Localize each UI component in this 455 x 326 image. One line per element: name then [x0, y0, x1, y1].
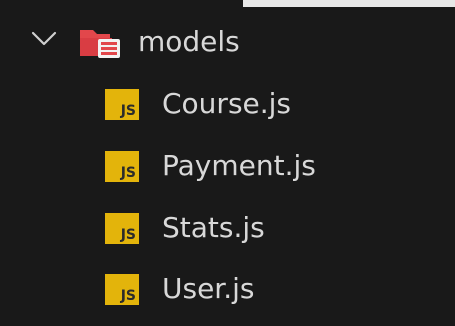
- folder-label[interactable]: models: [138, 22, 240, 62]
- js-badge-label: JS: [120, 227, 136, 243]
- file-explorer-panel: models JS Course.js JS Payment.js JS Sta…: [0, 0, 455, 326]
- js-file-icon: JS: [105, 89, 139, 120]
- file-label[interactable]: Course.js: [162, 84, 291, 124]
- js-file-icon: JS: [105, 213, 139, 244]
- chevron-down-icon[interactable]: [30, 27, 58, 51]
- file-label[interactable]: Payment.js: [162, 146, 316, 186]
- file-row-payment[interactable]: JS Payment.js: [0, 139, 455, 195]
- file-row-user[interactable]: JS User.js: [0, 262, 455, 318]
- js-file-icon: JS: [105, 151, 139, 182]
- js-badge-label: JS: [120, 165, 136, 181]
- folder-row-models[interactable]: models: [0, 16, 455, 72]
- top-edge-strip: [243, 0, 455, 7]
- folder-open-icon: [80, 30, 120, 58]
- js-file-icon: JS: [105, 274, 139, 305]
- file-row-stats[interactable]: JS Stats.js: [0, 201, 455, 257]
- js-badge-label: JS: [120, 103, 136, 119]
- file-row-course[interactable]: JS Course.js: [0, 77, 455, 133]
- file-label[interactable]: User.js: [162, 269, 255, 309]
- js-badge-label: JS: [120, 288, 136, 304]
- file-label[interactable]: Stats.js: [162, 208, 265, 248]
